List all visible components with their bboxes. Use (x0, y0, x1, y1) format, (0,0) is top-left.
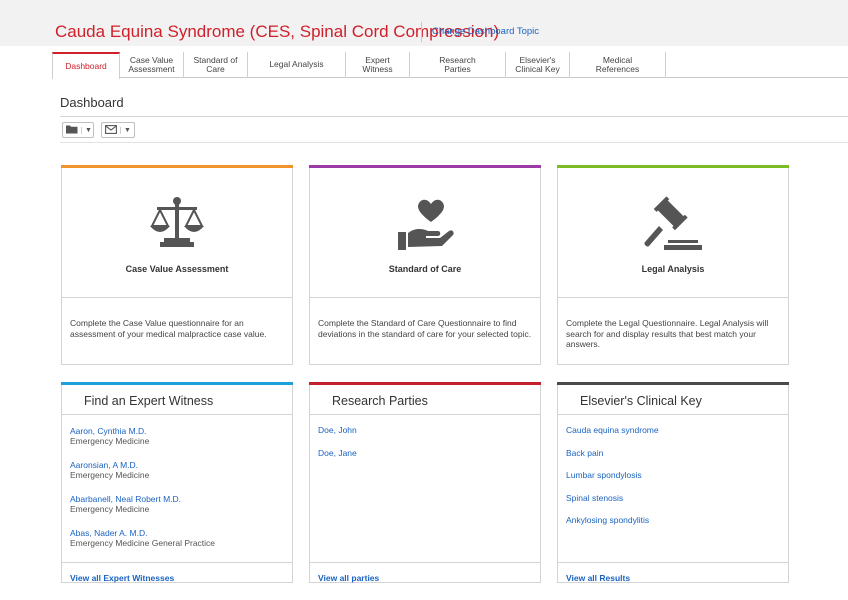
card-divider (310, 297, 540, 298)
card-title: Standard of Care (388, 264, 462, 274)
list-item: Abas, Nader A. M.D. Emergency Medicine G… (70, 527, 284, 548)
chevron-down-icon: ▼ (81, 126, 92, 134)
list-item: Abarbanell, Neal Robert M.D. Emergency M… (70, 493, 284, 514)
gavel-icon (558, 196, 788, 256)
result-link[interactable]: Back pain (566, 448, 780, 458)
tab-standard-of-care[interactable]: Standard of Care (184, 52, 248, 78)
expert-name-link[interactable]: Aaronsian, A M.D. (70, 460, 138, 470)
tab-expert-witness[interactable]: Expert Witness (346, 52, 410, 78)
card-description: Complete the Standard of Care Questionna… (318, 318, 532, 339)
card-footer: View all Results (558, 562, 788, 583)
clinical-key-card: Elsevier's Clinical Key Cauda equina syn… (557, 382, 789, 583)
list-item: Aaron, Cynthia M.D. Emergency Medicine (70, 425, 284, 446)
result-link[interactable]: Spinal stenosis (566, 493, 780, 503)
research-parties-card: Research Parties Doe, John Doe, Jane Vie… (309, 382, 541, 583)
card-accent-bar (557, 165, 789, 168)
change-topic-link[interactable]: Change Dashboard Topic (432, 26, 539, 37)
tab-bar: Dashboard Case Value Assessment Standard… (52, 52, 848, 79)
case-value-assessment-card[interactable]: Case Value Assessment Complete the Case … (61, 165, 293, 365)
list-item: Aaronsian, A M.D. Emergency Medicine (70, 459, 284, 480)
card-title: Research Parties (310, 385, 540, 415)
card-footer: View all parties (310, 562, 540, 583)
view-all-experts-link[interactable]: View all Expert Witnesses (70, 573, 174, 583)
expert-witness-card: Find an Expert Witness Aaron, Cynthia M.… (61, 382, 293, 583)
card-accent-bar (309, 165, 541, 168)
card-title: Case Value Assessment (125, 264, 229, 274)
expert-specialty: Emergency Medicine (70, 470, 150, 480)
card-description: Complete the Legal Questionnaire. Legal … (566, 318, 769, 349)
standard-of-care-card[interactable]: Standard of Care Complete the Standard o… (309, 165, 541, 365)
card-description: Complete the Case Value questionnaire fo… (70, 318, 267, 339)
legal-analysis-card[interactable]: Legal Analysis Complete the Legal Questi… (557, 165, 789, 365)
view-all-results-link[interactable]: View all Results (566, 573, 630, 583)
card-accent-bar (61, 165, 293, 168)
view-all-parties-link[interactable]: View all parties (318, 573, 379, 583)
chevron-down-icon: ▼ (120, 126, 131, 134)
tab-case-value-assessment[interactable]: Case Value Assessment (120, 52, 184, 78)
party-link[interactable]: Doe, Jane (318, 448, 532, 458)
dashboard-heading: Dashboard (60, 95, 124, 110)
result-link[interactable]: Ankylosing spondylitis (566, 515, 780, 525)
card-title: Find an Expert Witness (62, 385, 292, 415)
card-title: Legal Analysis (641, 264, 705, 274)
tab-research-parties[interactable]: Research Parties (410, 52, 506, 78)
party-link[interactable]: Doe, John (318, 425, 532, 435)
party-list: Doe, John Doe, Jane (318, 425, 532, 471)
expert-name-link[interactable]: Abarbanell, Neal Robert M.D. (70, 494, 181, 504)
card-divider (558, 297, 788, 298)
tab-medical-references[interactable]: Medical References (570, 52, 666, 78)
tab-clinical-key[interactable]: Elsevier's Clinical Key (506, 52, 570, 78)
expert-specialty: Emergency Medicine General Practice (70, 538, 216, 548)
scales-icon (62, 196, 292, 256)
title-divider (421, 22, 422, 42)
expert-specialty: Emergency Medicine (70, 504, 150, 514)
heart-hand-icon (310, 196, 540, 256)
result-list: Cauda equina syndrome Back pain Lumbar s… (566, 425, 780, 538)
card-title: Elsevier's Clinical Key (558, 385, 788, 415)
card-footer: View all Expert Witnesses (62, 562, 292, 583)
heading-divider (60, 116, 848, 117)
expert-specialty: Emergency Medicine (70, 436, 150, 446)
tab-dashboard[interactable]: Dashboard (52, 52, 120, 79)
expert-list: Aaron, Cynthia M.D. Emergency Medicine A… (70, 425, 284, 561)
tab-legal-analysis[interactable]: Legal Analysis (248, 52, 346, 78)
folder-icon (66, 121, 78, 139)
folder-menu-button[interactable]: ▼ (62, 122, 94, 138)
result-link[interactable]: Cauda equina syndrome (566, 425, 780, 435)
expert-name-link[interactable]: Aaron, Cynthia M.D. (70, 426, 147, 436)
mail-menu-button[interactable]: ▼ (101, 122, 135, 138)
mail-icon (105, 121, 117, 139)
result-link[interactable]: Lumbar spondylosis (566, 470, 780, 480)
expert-name-link[interactable]: Abas, Nader A. M.D. (70, 528, 147, 538)
card-divider (62, 297, 292, 298)
toolbar-divider (60, 142, 848, 143)
